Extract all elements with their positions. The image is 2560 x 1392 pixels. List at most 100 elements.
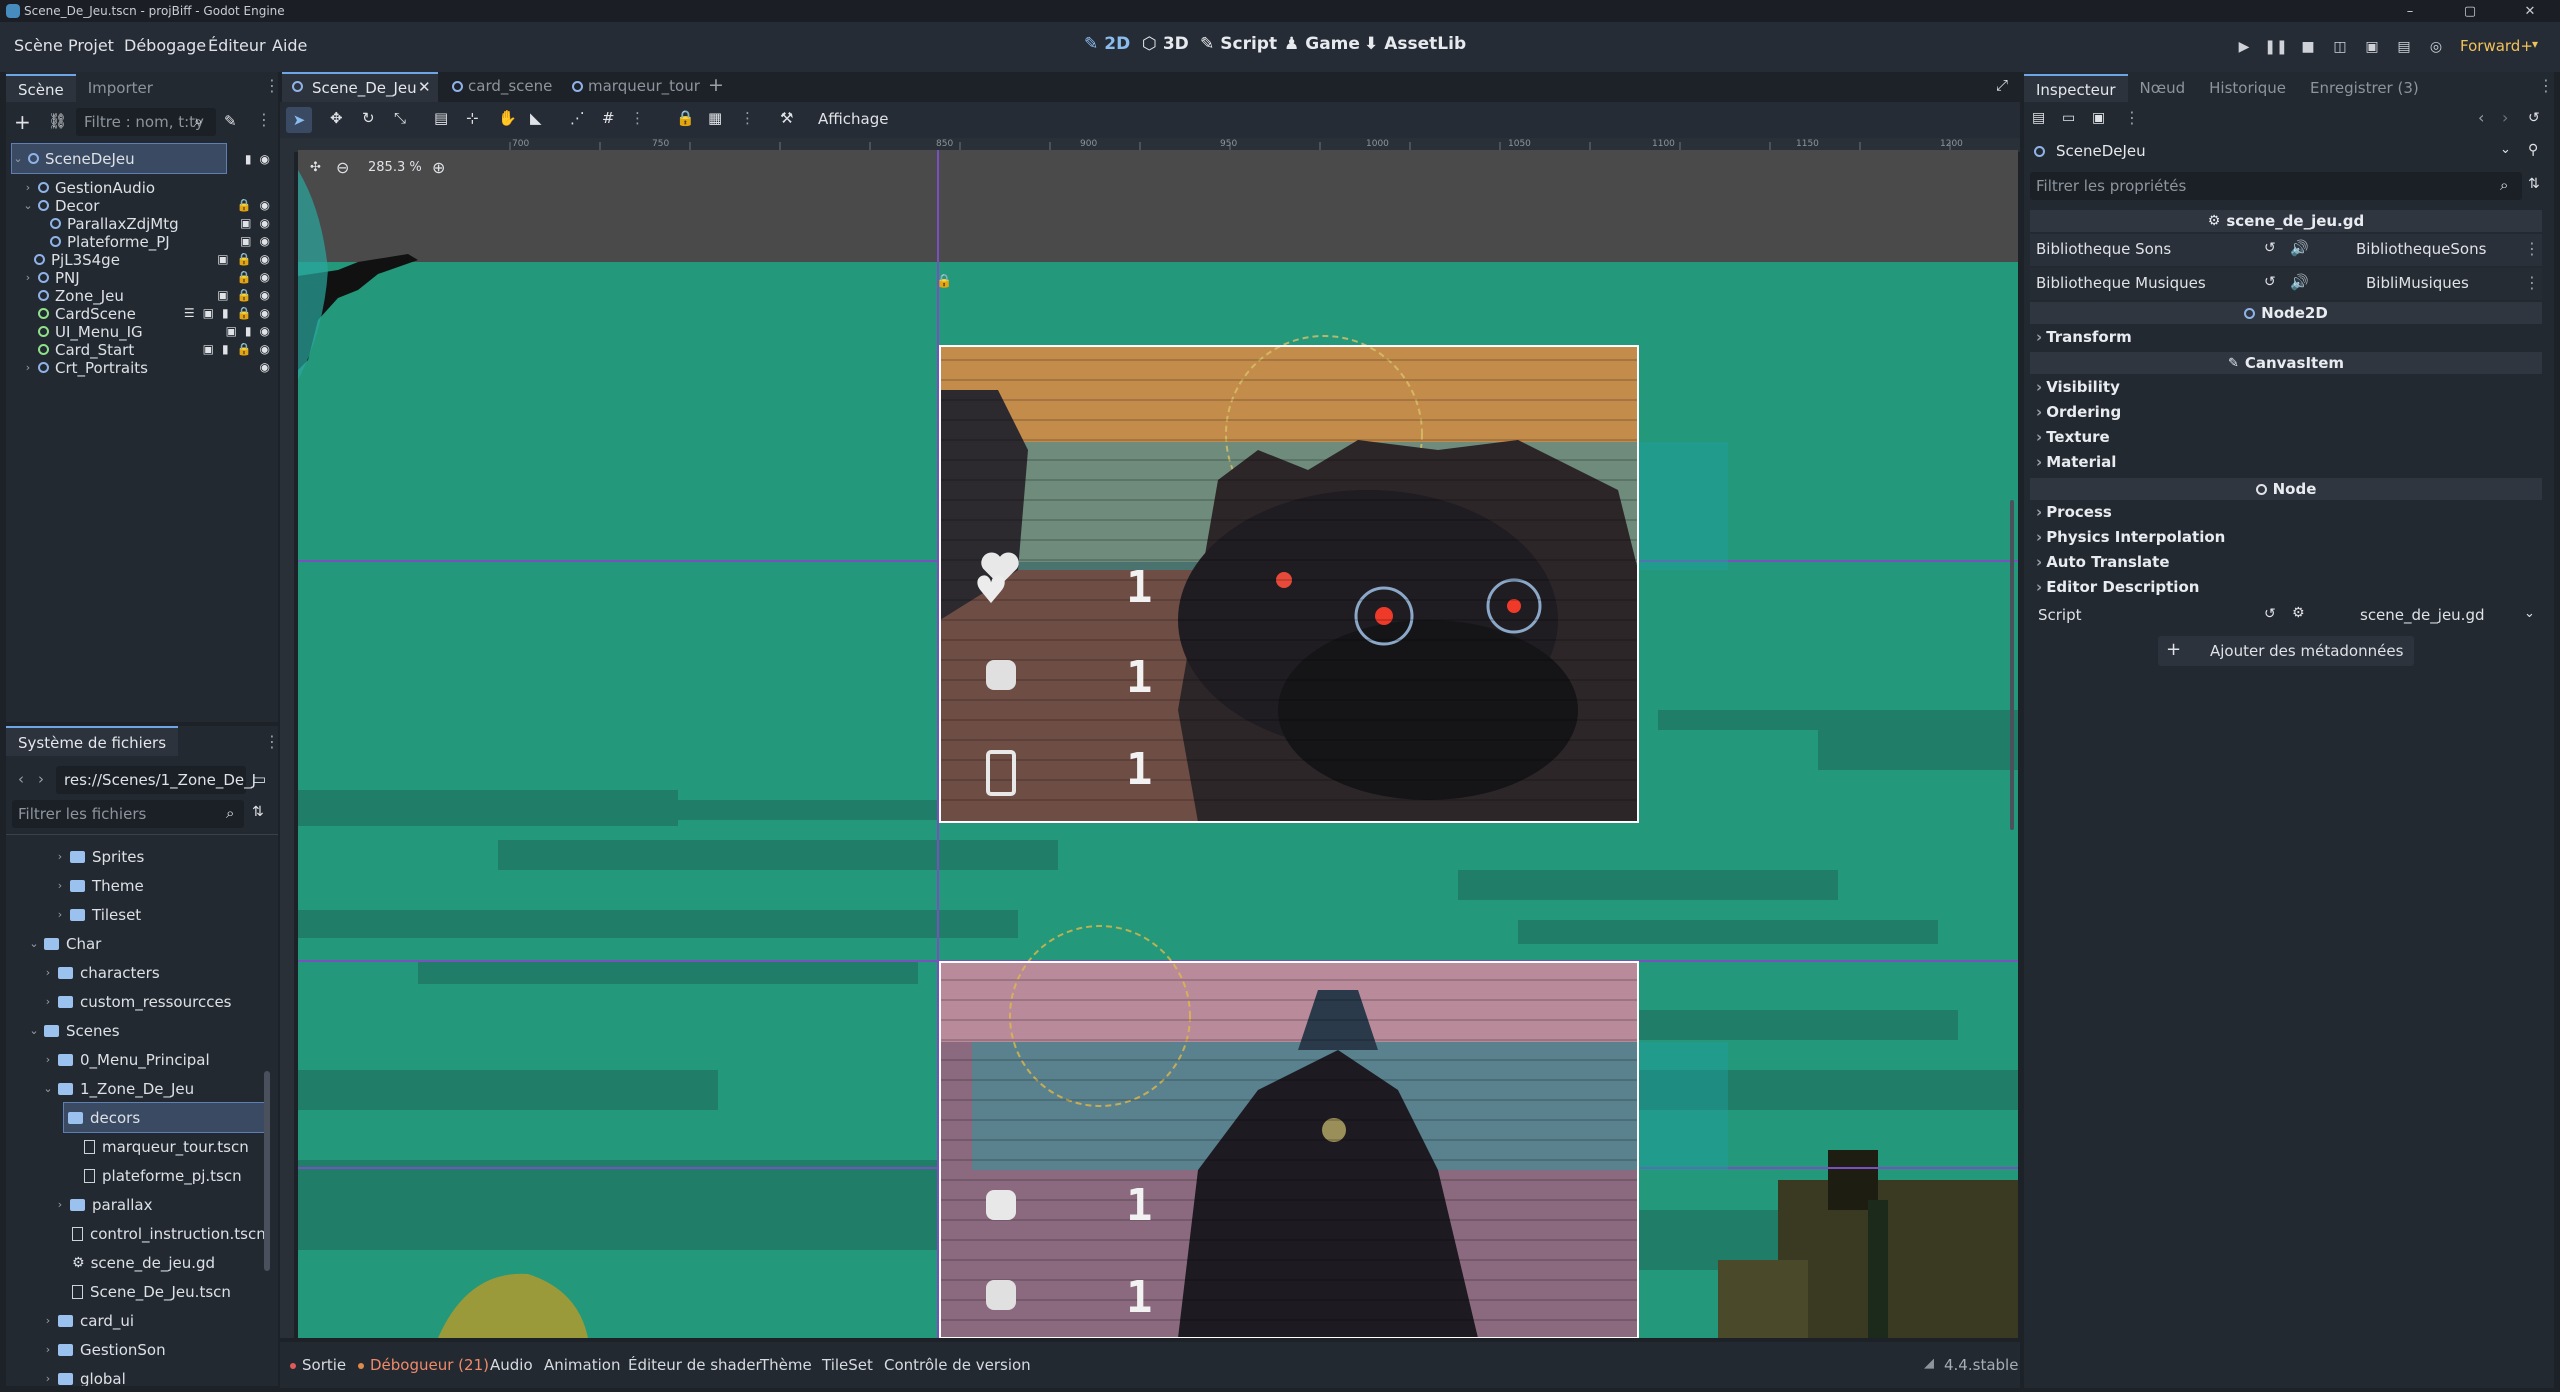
scale-tool-icon[interactable]: ⤡: [394, 109, 406, 127]
maximize-button[interactable]: ▢: [2440, 0, 2500, 22]
mode-3d-button[interactable]: ⬡ 3D: [1142, 34, 1189, 54]
prop-menu-icon[interactable]: ⋮: [2524, 239, 2540, 258]
close-tab-icon[interactable]: ✕: [418, 78, 431, 96]
object-history-icon[interactable]: ↺: [2528, 110, 2540, 126]
fs-folder-tileset[interactable]: › Tileset: [54, 900, 141, 929]
fs-folder-global[interactable]: › global: [42, 1364, 126, 1387]
viewport-canvas[interactable]: ✣ ⊖ 285.3 % ⊕ 🔒 1 1 1 ♥ 1 1: [298, 150, 2018, 1338]
group-icon[interactable]: ▦: [708, 109, 722, 127]
pan-tool-icon[interactable]: ✋: [498, 109, 517, 127]
mode-assetlib-button[interactable]: ⬇ AssetLib: [1364, 34, 1466, 54]
move-tool-icon[interactable]: ✥: [330, 109, 343, 127]
fs-folder-scenes[interactable]: ⌄ Scenes: [28, 1016, 119, 1045]
add-metadata-button[interactable]: + Ajouter des métadonnées: [2158, 636, 2414, 666]
collapse-icon[interactable]: ⌄: [22, 199, 34, 212]
open-resource-icon[interactable]: ▭: [2062, 110, 2075, 126]
tab-filesystem[interactable]: Système de fichiers: [6, 726, 179, 756]
rotate-tool-icon[interactable]: ↻: [362, 109, 375, 127]
expand-icon[interactable]: ›: [54, 850, 66, 863]
tab-history[interactable]: Historique: [2197, 74, 2298, 102]
snap-options-icon[interactable]: ⋮: [630, 109, 645, 127]
fs-folder-char[interactable]: ⌄ Char: [28, 929, 101, 958]
fs-folder-gestionson[interactable]: › GestionSon: [42, 1335, 166, 1364]
file-filter-input[interactable]: Filtrer les fichiers ⌕: [12, 800, 244, 828]
inspector-dock-menu-icon[interactable]: ⋮: [2538, 76, 2554, 95]
center-view-icon[interactable]: ✣: [310, 160, 321, 175]
group-transform[interactable]: › Transform: [2036, 328, 2132, 346]
tab-import[interactable]: Importer: [76, 74, 165, 102]
lock-icon[interactable]: 🔒: [676, 109, 695, 127]
instance-scene-icon[interactable]: ⛓: [48, 112, 67, 130]
menu-help[interactable]: Aide: [272, 36, 307, 55]
tab-version-control[interactable]: Contrôle de version: [884, 1356, 1031, 1374]
tab-save[interactable]: Enregistrer (3): [2298, 74, 2431, 102]
renderer-select[interactable]: Forward+: [2460, 37, 2533, 55]
tree-node-scenedejeu[interactable]: ⌄ SceneDeJeu: [11, 143, 227, 174]
mode-game-button[interactable]: ♟ Game: [1284, 34, 1360, 54]
collapse-icon[interactable]: ⌄: [28, 1024, 40, 1037]
vertical-ruler[interactable]: [280, 152, 294, 1338]
tab-audio[interactable]: Audio: [490, 1356, 533, 1374]
filter-options-icon[interactable]: ⇅: [2528, 176, 2540, 192]
forward-arrow-icon[interactable]: ›: [38, 770, 44, 788]
split-view-icon[interactable]: ▭: [252, 770, 266, 788]
play-custom-scene-icon[interactable]: ▤: [2394, 37, 2414, 57]
group-material[interactable]: › Material: [2036, 453, 2116, 471]
play-icon[interactable]: ▶: [2234, 37, 2254, 57]
zoom-in-icon[interactable]: ⊕: [432, 158, 445, 177]
close-window-button[interactable]: ✕: [2500, 0, 2560, 22]
distraction-free-icon[interactable]: ⤢: [1996, 76, 2008, 94]
history-back-icon[interactable]: ‹: [2478, 108, 2484, 127]
script-icon[interactable]: ▮: [245, 152, 252, 166]
expand-icon[interactable]: ›: [42, 1053, 54, 1066]
collapse-icon[interactable]: ⌄: [42, 1082, 54, 1095]
scene-dock-menu-icon[interactable]: ⋮: [264, 76, 280, 95]
visibility-eye-icon[interactable]: ◉: [260, 152, 270, 166]
viewport-scrollbar[interactable]: [2010, 500, 2014, 830]
fs-folder-card-ui[interactable]: › card_ui: [42, 1306, 134, 1335]
scene-tree-menu-icon[interactable]: ⋮: [256, 110, 272, 129]
grid-snap-icon[interactable]: #: [602, 109, 615, 127]
fs-file-plateforme-pj[interactable]: plateforme_pj.tscn: [80, 1161, 242, 1190]
revert-icon[interactable]: ↺: [2264, 240, 2276, 256]
tab-scene-de-jeu[interactable]: Scene_De_Jeu ✕: [282, 72, 438, 102]
expand-icon[interactable]: ›: [42, 1372, 54, 1385]
fs-file-control-instruction[interactable]: control_instruction.tscn: [68, 1219, 266, 1248]
renderer-chevron-icon[interactable]: ▾: [2532, 37, 2538, 51]
filesystem-scrollbar[interactable]: [264, 1071, 270, 1271]
expand-icon[interactable]: ›: [54, 1198, 66, 1211]
object-selector[interactable]: SceneDeJeu ⌄: [2030, 138, 2518, 166]
expand-icon[interactable]: ›: [54, 908, 66, 921]
expand-icon[interactable]: ›: [42, 1343, 54, 1356]
expand-icon[interactable]: ›: [42, 1314, 54, 1327]
fs-folder-0-menu-principal[interactable]: › 0_Menu_Principal: [42, 1045, 210, 1074]
tab-animation[interactable]: Animation: [544, 1356, 620, 1374]
expand-icon[interactable]: ›: [54, 879, 66, 892]
new-resource-icon[interactable]: ▤: [2032, 110, 2045, 126]
ruler-tool-icon[interactable]: ◣: [530, 109, 542, 127]
list-select-icon[interactable]: ▤: [434, 109, 448, 127]
expand-icon[interactable]: ›: [42, 995, 54, 1008]
mode-script-button[interactable]: ✎ Script: [1200, 34, 1277, 54]
add-node-icon[interactable]: +: [14, 110, 31, 134]
fs-folder-decors[interactable]: decors: [63, 1102, 265, 1133]
collapse-icon[interactable]: ⌄: [12, 152, 24, 165]
tab-scene[interactable]: Scène: [6, 74, 76, 102]
prop-script[interactable]: Script ↺ ⚙ scene_de_jeu.gd ⌄: [2030, 600, 2542, 632]
visibility-eye-icon[interactable]: ◉: [260, 360, 270, 374]
revert-icon[interactable]: ↺: [2264, 274, 2276, 290]
group-texture[interactable]: › Texture: [2036, 428, 2110, 446]
scene-filter-input[interactable]: Filtre : nom, t:ty ⌕: [76, 108, 216, 136]
more-options-icon[interactable]: ⋮: [740, 109, 755, 127]
tab-theme[interactable]: Thème: [760, 1356, 812, 1374]
back-arrow-icon[interactable]: ‹: [18, 770, 24, 788]
zoom-level[interactable]: 285.3 %: [368, 160, 422, 175]
fs-folder-sprites[interactable]: › Sprites: [54, 842, 145, 871]
menu-project[interactable]: Projet: [68, 36, 114, 55]
play-scene-icon[interactable]: ▣: [2362, 37, 2382, 57]
prop-bibliotheque-sons[interactable]: Bibliotheque Sons ↺ 🔊 BibliothequeSons ⋮: [2030, 234, 2542, 266]
new-tab-icon[interactable]: +: [708, 74, 724, 96]
collapse-icon[interactable]: ⌄: [28, 937, 40, 950]
filesystem-menu-icon[interactable]: ⋮: [264, 732, 278, 751]
prop-bibliotheque-musiques[interactable]: Bibliotheque Musiques ↺ 🔊 BibliMusiques …: [2030, 268, 2542, 300]
